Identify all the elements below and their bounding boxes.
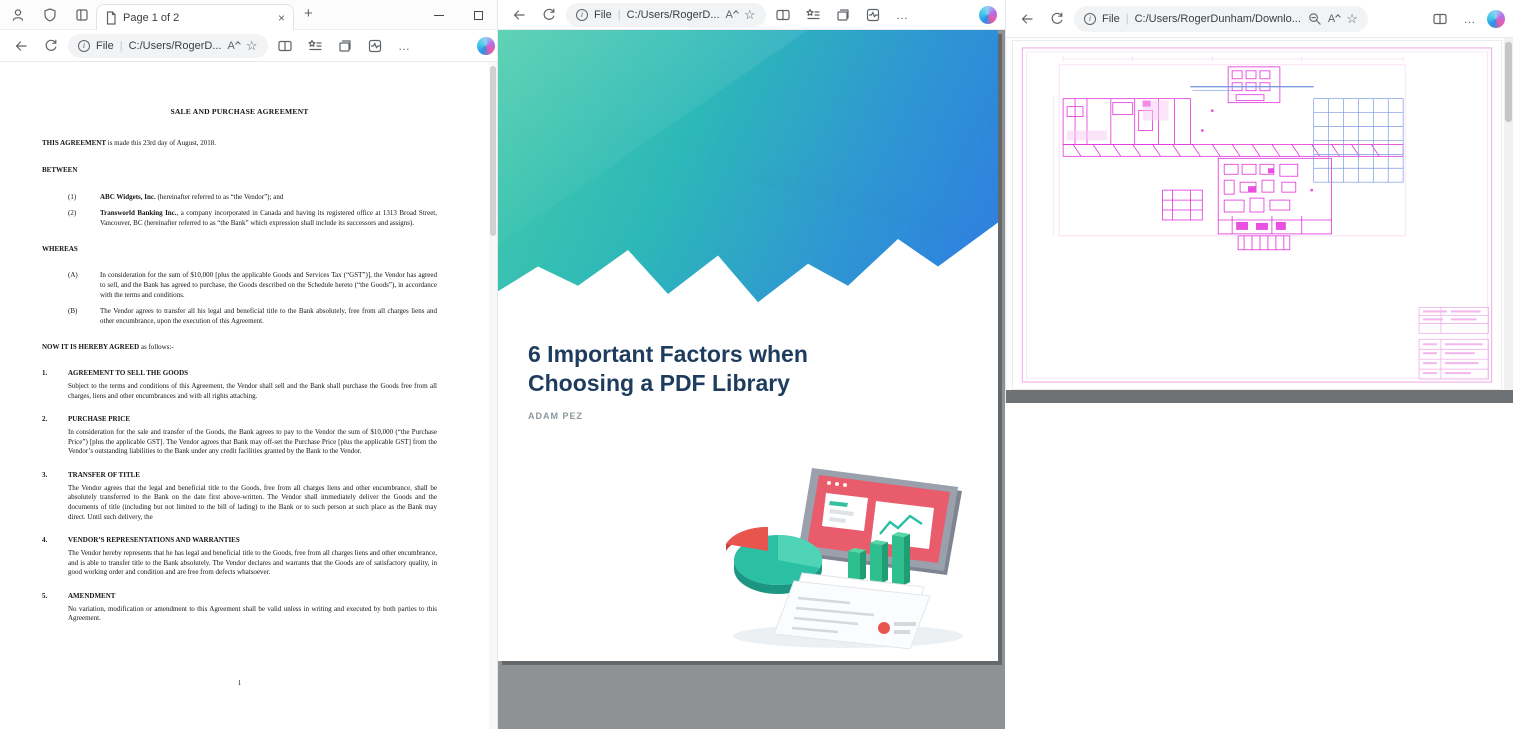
address-bar[interactable]: i File | C:/Users/RogerD... A ☆	[68, 33, 268, 58]
dashboard-illustration	[726, 468, 963, 650]
collections-icon[interactable]	[332, 33, 358, 59]
cad-drawing-page	[1012, 40, 1502, 390]
recitals-list: (A) In consideration for the sum of $10,…	[42, 271, 437, 326]
section-3: 3. TRANSFER OF TITLE The Vendor agrees t…	[42, 470, 437, 521]
cover-title: 6 Important Factors when Choosing a PDF …	[528, 341, 808, 396]
pdf-viewer-middle: 6 Important Factors when Choosing a PDF …	[498, 30, 1005, 729]
close-tab-icon[interactable]: ×	[278, 12, 285, 24]
browser-tab[interactable]: Page 1 of 2 ×	[96, 4, 294, 30]
address-divider: |	[617, 8, 621, 21]
profile-icon[interactable]	[10, 7, 26, 23]
favorite-star-icon[interactable]: ☆	[246, 39, 258, 52]
middle-navbar: i File | C:/Users/RogerD... A ☆ …	[498, 0, 1005, 30]
right-browser-window: i File | C:/Users/RogerDunham/Downlo... …	[1005, 0, 1513, 403]
address-divider: |	[1125, 12, 1129, 25]
address-bar[interactable]: i File | C:/Users/RogerDunham/Downlo... …	[1074, 5, 1368, 32]
scrollbar-thumb[interactable]	[1505, 42, 1512, 122]
read-aloud-icon[interactable]: A	[726, 9, 739, 21]
address-divider: |	[119, 39, 123, 52]
info-icon[interactable]: i	[576, 8, 588, 21]
left-navbar: i File | C:/Users/RogerD... A ☆ …	[0, 30, 497, 62]
copilot-icon[interactable]	[979, 5, 997, 24]
more-button[interactable]: …	[392, 33, 418, 59]
info-icon[interactable]: i	[1084, 12, 1096, 25]
document-favicon	[105, 10, 117, 25]
right-navbar: i File | C:/Users/RogerDunham/Downlo... …	[1006, 0, 1513, 38]
agreement-page: SALE AND PURCHASE AGREEMENT THIS AGREEME…	[0, 62, 497, 688]
tab-strip: Page 1 of 2 × +	[0, 0, 497, 30]
cover-hero-graphic	[498, 30, 998, 303]
info-icon[interactable]: i	[78, 39, 90, 52]
cover-author: ADAM PEZ	[528, 411, 583, 421]
split-screen-icon[interactable]	[272, 33, 298, 59]
copilot-icon[interactable]	[1487, 9, 1505, 28]
address-bar[interactable]: i File | C:/Users/RogerD... A ☆	[566, 2, 766, 27]
scrollbar-thumb[interactable]	[490, 66, 496, 236]
tab-title: Page 1 of 2	[123, 11, 180, 24]
zoom-icon[interactable]	[1307, 11, 1322, 26]
scrollbar[interactable]	[489, 62, 497, 729]
split-screen-icon[interactable]	[1427, 6, 1453, 32]
copilot-icon[interactable]	[477, 37, 495, 55]
collections-icon[interactable]	[830, 2, 856, 28]
address-path[interactable]: C:/Users/RogerD...	[627, 9, 720, 21]
back-button[interactable]	[506, 2, 532, 28]
section-4: 4. VENDOR’S REPRESENTATIONS AND WARRANTI…	[42, 536, 437, 577]
favorite-star-icon[interactable]: ☆	[1346, 12, 1358, 25]
read-aloud-icon[interactable]: A	[228, 40, 241, 52]
party-item: (2) Transworld Banking Inc., a company i…	[68, 209, 437, 228]
favorites-icon[interactable]	[800, 2, 826, 28]
scrollbar[interactable]	[1504, 38, 1513, 390]
minimize-button[interactable]	[434, 14, 444, 16]
section-2: 2. PURCHASE PRICE In consideration for t…	[42, 415, 437, 456]
cad-floor-plan	[1021, 47, 1493, 383]
page-number: 1	[237, 678, 242, 687]
viewer-background-strip	[1006, 390, 1513, 403]
pdf-viewer-right	[1006, 38, 1513, 403]
refresh-button[interactable]	[1044, 6, 1070, 32]
section-5: 5. AMENDMENT No variation, modification …	[42, 591, 437, 623]
split-screen-icon[interactable]	[770, 2, 796, 28]
favorites-icon[interactable]	[302, 33, 328, 59]
section-1: 1. AGREEMENT TO SELL THE GOODS Subject t…	[42, 369, 437, 400]
left-browser-window: Page 1 of 2 × + i File | C:/Users/RogerD…	[0, 0, 497, 729]
agreed-paragraph: NOW IT IS HEREBY AGREED as follows:-	[42, 342, 174, 351]
between-label: BETWEEN	[42, 166, 78, 175]
recital-item: (A) In consideration for the sum of $10,…	[68, 271, 437, 299]
vertical-tabs-icon[interactable]	[74, 7, 90, 23]
address-scheme: File	[96, 39, 114, 52]
browser-essentials-icon[interactable]	[860, 2, 886, 28]
parties-list: (1) ABC Widgets, Inc. (hereinafter refer…	[42, 193, 437, 229]
new-tab-button[interactable]: +	[304, 5, 313, 22]
back-button[interactable]	[1014, 6, 1040, 32]
party-item: (1) ABC Widgets, Inc. (hereinafter refer…	[68, 192, 284, 201]
whereas-label: WHEREAS	[42, 244, 78, 253]
read-aloud-icon[interactable]: A	[1328, 13, 1342, 25]
favorite-star-icon[interactable]: ☆	[744, 8, 756, 21]
address-scheme: File	[594, 8, 612, 21]
pdf-viewer-left: SALE AND PURCHASE AGREEMENT THIS AGREEME…	[0, 62, 497, 729]
address-path[interactable]: C:/Users/RogerD...	[129, 40, 222, 52]
address-scheme: File	[1102, 12, 1120, 25]
more-button[interactable]: …	[1457, 6, 1483, 32]
refresh-button[interactable]	[536, 2, 562, 28]
middle-browser-window: i File | C:/Users/RogerD... A ☆ … 6 Impo…	[497, 0, 1005, 729]
browser-essentials-icon[interactable]	[362, 33, 388, 59]
back-button[interactable]	[8, 33, 34, 59]
maximize-button[interactable]	[474, 10, 483, 20]
recital-item: (B) The Vendor agrees to transfer all hi…	[68, 307, 437, 326]
pdf-cover-page: 6 Important Factors when Choosing a PDF …	[498, 30, 998, 661]
refresh-button[interactable]	[38, 33, 64, 59]
address-path[interactable]: C:/Users/RogerDunham/Downlo...	[1135, 13, 1301, 25]
tracking-prevention-icon[interactable]	[42, 7, 58, 23]
document-title: SALE AND PURCHASE AGREEMENT	[170, 107, 309, 116]
more-button[interactable]: …	[890, 2, 916, 28]
intro-paragraph: THIS AGREEMENT is made this 23rd day of …	[42, 139, 217, 148]
